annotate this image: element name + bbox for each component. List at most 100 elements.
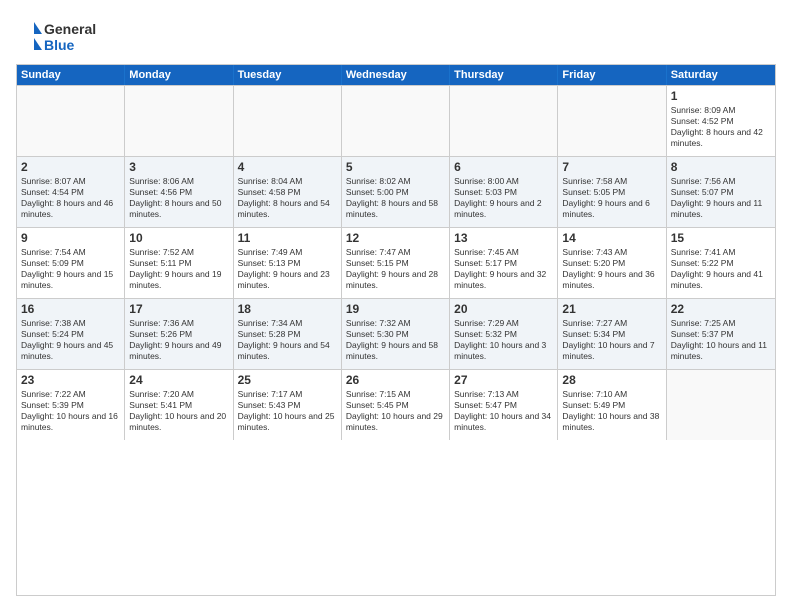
- logo: General Blue: [16, 16, 106, 56]
- day-info: Sunrise: 7:22 AM Sunset: 5:39 PM Dayligh…: [21, 389, 120, 433]
- day-number: 1: [671, 89, 771, 103]
- calendar-row-4: 23 Sunrise: 7:22 AM Sunset: 5:39 PM Dayli…: [17, 369, 775, 440]
- calendar-empty-cell: [234, 86, 342, 156]
- calendar-day-17: 17 Sunrise: 7:36 AM Sunset: 5:26 PM Dayli…: [125, 299, 233, 369]
- calendar-day-22: 22 Sunrise: 7:25 AM Sunset: 5:37 PM Dayli…: [667, 299, 775, 369]
- calendar-day-26: 26 Sunrise: 7:15 AM Sunset: 5:45 PM Dayli…: [342, 370, 450, 440]
- calendar-day-18: 18 Sunrise: 7:34 AM Sunset: 5:28 PM Dayli…: [234, 299, 342, 369]
- day-info: Sunrise: 7:25 AM Sunset: 5:37 PM Dayligh…: [671, 318, 771, 362]
- day-number: 21: [562, 302, 661, 316]
- day-info: Sunrise: 7:13 AM Sunset: 5:47 PM Dayligh…: [454, 389, 553, 433]
- day-number: 4: [238, 160, 337, 174]
- weekday-header-thursday: Thursday: [450, 65, 558, 85]
- calendar-day-21: 21 Sunrise: 7:27 AM Sunset: 5:34 PM Dayli…: [558, 299, 666, 369]
- day-info: Sunrise: 7:36 AM Sunset: 5:26 PM Dayligh…: [129, 318, 228, 362]
- day-info: Sunrise: 7:45 AM Sunset: 5:17 PM Dayligh…: [454, 247, 553, 291]
- calendar-day-19: 19 Sunrise: 7:32 AM Sunset: 5:30 PM Dayli…: [342, 299, 450, 369]
- day-info: Sunrise: 7:17 AM Sunset: 5:43 PM Dayligh…: [238, 389, 337, 433]
- day-number: 19: [346, 302, 445, 316]
- calendar-empty-cell: [125, 86, 233, 156]
- day-info: Sunrise: 7:58 AM Sunset: 5:05 PM Dayligh…: [562, 176, 661, 220]
- calendar-day-6: 6Sunrise: 8:00 AM Sunset: 5:03 PM Daylig…: [450, 157, 558, 227]
- day-number: 14: [562, 231, 661, 245]
- day-number: 18: [238, 302, 337, 316]
- day-number: 13: [454, 231, 553, 245]
- day-info: Sunrise: 8:09 AM Sunset: 4:52 PM Dayligh…: [671, 105, 771, 149]
- calendar-day-15: 15 Sunrise: 7:41 AM Sunset: 5:22 PM Dayli…: [667, 228, 775, 298]
- header: General Blue: [16, 16, 776, 56]
- day-info: Sunrise: 8:07 AM Sunset: 4:54 PM Dayligh…: [21, 176, 120, 220]
- day-info: Sunrise: 7:32 AM Sunset: 5:30 PM Dayligh…: [346, 318, 445, 362]
- day-number: 7: [562, 160, 661, 174]
- calendar-day-25: 25 Sunrise: 7:17 AM Sunset: 5:43 PM Dayli…: [234, 370, 342, 440]
- day-number: 16: [21, 302, 120, 316]
- day-number: 28: [562, 373, 661, 387]
- day-info: Sunrise: 7:27 AM Sunset: 5:34 PM Dayligh…: [562, 318, 661, 362]
- day-number: 17: [129, 302, 228, 316]
- day-info: Sunrise: 7:54 AM Sunset: 5:09 PM Dayligh…: [21, 247, 120, 291]
- day-number: 8: [671, 160, 771, 174]
- logo-svg: General Blue: [16, 16, 106, 56]
- svg-text:Blue: Blue: [44, 37, 75, 53]
- weekday-header-friday: Friday: [558, 65, 666, 85]
- calendar-row-0: 1 Sunrise: 8:09 AM Sunset: 4:52 PM Daylig…: [17, 85, 775, 156]
- calendar-body: 1 Sunrise: 8:09 AM Sunset: 4:52 PM Daylig…: [17, 85, 775, 440]
- day-info: Sunrise: 7:29 AM Sunset: 5:32 PM Dayligh…: [454, 318, 553, 362]
- svg-text:General: General: [44, 21, 96, 37]
- day-number: 3: [129, 160, 228, 174]
- weekday-header-wednesday: Wednesday: [342, 65, 450, 85]
- day-number: 22: [671, 302, 771, 316]
- day-info: Sunrise: 8:04 AM Sunset: 4:58 PM Dayligh…: [238, 176, 337, 220]
- day-number: 11: [238, 231, 337, 245]
- calendar-day-27: 27Sunrise: 7:13 AM Sunset: 5:47 PM Dayli…: [450, 370, 558, 440]
- day-number: 15: [671, 231, 771, 245]
- day-info: Sunrise: 7:56 AM Sunset: 5:07 PM Dayligh…: [671, 176, 771, 220]
- calendar-row-3: 16Sunrise: 7:38 AM Sunset: 5:24 PM Dayli…: [17, 298, 775, 369]
- calendar-day-13: 13 Sunrise: 7:45 AM Sunset: 5:17 PM Dayli…: [450, 228, 558, 298]
- day-number: 5: [346, 160, 445, 174]
- weekday-header-sunday: Sunday: [17, 65, 125, 85]
- calendar-day-2: 2 Sunrise: 8:07 AM Sunset: 4:54 PM Daylig…: [17, 157, 125, 227]
- calendar-day-9: 9 Sunrise: 7:54 AM Sunset: 5:09 PM Daylig…: [17, 228, 125, 298]
- calendar-empty-cell: [17, 86, 125, 156]
- day-info: Sunrise: 7:49 AM Sunset: 5:13 PM Dayligh…: [238, 247, 337, 291]
- day-number: 9: [21, 231, 120, 245]
- calendar-header: SundayMondayTuesdayWednesdayThursdayFrid…: [17, 65, 775, 85]
- calendar-day-24: 24Sunrise: 7:20 AM Sunset: 5:41 PM Dayli…: [125, 370, 233, 440]
- calendar-day-16: 16Sunrise: 7:38 AM Sunset: 5:24 PM Dayli…: [17, 299, 125, 369]
- day-info: Sunrise: 7:41 AM Sunset: 5:22 PM Dayligh…: [671, 247, 771, 291]
- calendar-day-11: 11 Sunrise: 7:49 AM Sunset: 5:13 PM Dayli…: [234, 228, 342, 298]
- calendar-empty-cell: [667, 370, 775, 440]
- day-number: 2: [21, 160, 120, 174]
- day-number: 26: [346, 373, 445, 387]
- calendar-day-20: 20 Sunrise: 7:29 AM Sunset: 5:32 PM Dayli…: [450, 299, 558, 369]
- weekday-header-saturday: Saturday: [667, 65, 775, 85]
- day-number: 6: [454, 160, 553, 174]
- calendar: SundayMondayTuesdayWednesdayThursdayFrid…: [16, 64, 776, 596]
- calendar-row-1: 2 Sunrise: 8:07 AM Sunset: 4:54 PM Daylig…: [17, 156, 775, 227]
- calendar-empty-cell: [558, 86, 666, 156]
- weekday-header-tuesday: Tuesday: [234, 65, 342, 85]
- calendar-day-10: 10Sunrise: 7:52 AM Sunset: 5:11 PM Dayli…: [125, 228, 233, 298]
- day-number: 20: [454, 302, 553, 316]
- calendar-empty-cell: [342, 86, 450, 156]
- day-info: Sunrise: 7:47 AM Sunset: 5:15 PM Dayligh…: [346, 247, 445, 291]
- day-number: 25: [238, 373, 337, 387]
- calendar-day-5: 5Sunrise: 8:02 AM Sunset: 5:00 PM Daylig…: [342, 157, 450, 227]
- weekday-header-monday: Monday: [125, 65, 233, 85]
- calendar-day-8: 8 Sunrise: 7:56 AM Sunset: 5:07 PM Daylig…: [667, 157, 775, 227]
- calendar-row-2: 9 Sunrise: 7:54 AM Sunset: 5:09 PM Daylig…: [17, 227, 775, 298]
- day-number: 23: [21, 373, 120, 387]
- day-info: Sunrise: 7:34 AM Sunset: 5:28 PM Dayligh…: [238, 318, 337, 362]
- calendar-empty-cell: [450, 86, 558, 156]
- day-info: Sunrise: 7:20 AM Sunset: 5:41 PM Dayligh…: [129, 389, 228, 433]
- calendar-day-14: 14Sunrise: 7:43 AM Sunset: 5:20 PM Dayli…: [558, 228, 666, 298]
- day-number: 10: [129, 231, 228, 245]
- day-info: Sunrise: 7:15 AM Sunset: 5:45 PM Dayligh…: [346, 389, 445, 433]
- day-number: 12: [346, 231, 445, 245]
- calendar-day-12: 12 Sunrise: 7:47 AM Sunset: 5:15 PM Dayli…: [342, 228, 450, 298]
- calendar-day-23: 23 Sunrise: 7:22 AM Sunset: 5:39 PM Dayli…: [17, 370, 125, 440]
- calendar-page: General Blue SundayMondayTuesdayWednesda…: [0, 0, 792, 612]
- calendar-day-1: 1 Sunrise: 8:09 AM Sunset: 4:52 PM Daylig…: [667, 86, 775, 156]
- calendar-day-7: 7 Sunrise: 7:58 AM Sunset: 5:05 PM Daylig…: [558, 157, 666, 227]
